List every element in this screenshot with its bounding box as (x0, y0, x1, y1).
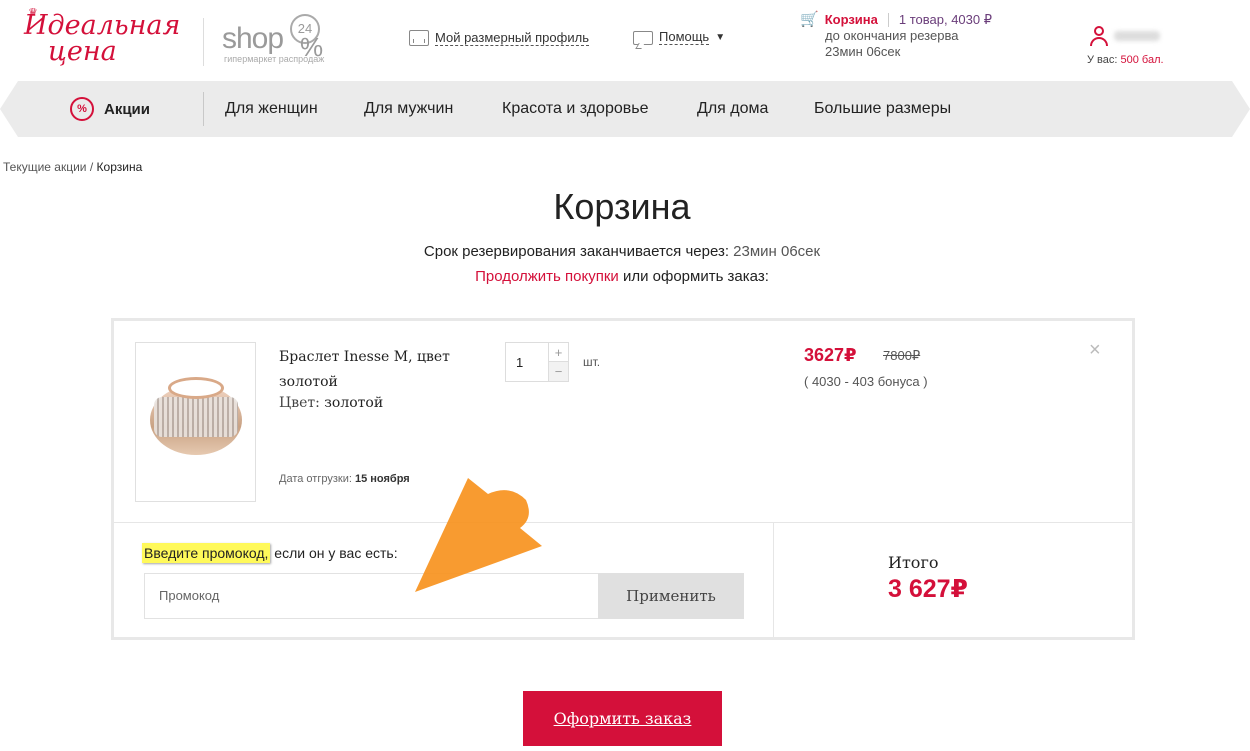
quantity-unit: шт. (583, 355, 601, 369)
breadcrumb-current: Корзина (96, 160, 143, 174)
color-label: Цвет: (279, 395, 320, 411)
user-icon (1090, 26, 1108, 46)
cart-reserve-time: 23мин 06сек (825, 44, 901, 59)
size-profile-label: Мой размерный профиль (435, 29, 589, 46)
shipping-date: Дата отгрузки: 15 ноября (279, 473, 410, 485)
user-name-blurred (1114, 31, 1160, 41)
total-value: 3 627₽ (888, 575, 968, 603)
promo-label-highlight: Введите промокод, (142, 543, 271, 563)
checkout-button[interactable]: Оформить заказ (523, 691, 722, 746)
nav-notch-left (0, 81, 18, 137)
reserve-notice: Срок резервирования заканчивается через:… (0, 243, 1244, 260)
item-old-price: 7800₽ (883, 348, 921, 363)
breadcrumb: Текущие акции / Корзина (3, 160, 142, 174)
user-points: У вас: 500 бал. (1087, 54, 1164, 66)
percent-badge-icon: % (70, 97, 94, 121)
cart-reserve-label: до окончания резерва (825, 28, 959, 43)
chat-icon (633, 30, 653, 45)
continue-line: Продолжить покупки или оформить заказ: (0, 268, 1244, 285)
quantity-decrease-button[interactable]: − (549, 362, 568, 381)
shop24-logo[interactable]: shop 24 % гипермаркет распродаж (222, 14, 332, 68)
promo-code-input[interactable]: Промокод (144, 573, 599, 619)
help-label: Помощь (659, 29, 710, 45)
site-logo[interactable]: ♛ Идеальная цена (14, 6, 190, 66)
help-dropdown[interactable]: Помощь ▼ (633, 30, 725, 45)
nav-item-plus-sizes[interactable]: Большие размеры (814, 100, 951, 118)
header-cart[interactable]: 🛒 Корзина 1 товар, 4030 ₽ до окончания р… (800, 12, 1040, 60)
nav-promo-label: Акции (104, 100, 151, 118)
bracelet-image (148, 377, 244, 463)
nav-notch-right (1232, 81, 1250, 137)
logo-line1: Идеальная (24, 10, 181, 41)
size-profile-link[interactable]: Мой размерный профиль (409, 30, 589, 46)
item-bonus: ( 4030 - 403 бонуса ) (804, 374, 928, 389)
ship-date: 15 ноября (354, 473, 410, 485)
chevron-down-icon: ▼ (715, 32, 726, 43)
logo-divider (203, 18, 204, 66)
nav-item-women[interactable]: Для женщин (225, 100, 318, 118)
shop-word: shop (222, 22, 284, 55)
breadcrumb-sep: / (89, 160, 94, 174)
continue-shopping-link[interactable]: Продолжить покупки (475, 268, 619, 285)
product-image[interactable] (135, 342, 256, 502)
reserve-text: Срок резервирования заканчивается через: (423, 243, 729, 260)
remove-item-icon[interactable]: × (1089, 339, 1101, 362)
continue-rest: или оформить заказ: (622, 268, 769, 285)
reserve-time: 23мин 06сек (733, 243, 821, 260)
product-color: Цвет: золотой (279, 395, 383, 411)
points-prefix: У вас: (1087, 54, 1118, 66)
promo-label: Введите промокод, если он у вас есть: (142, 543, 398, 563)
nav-item-home[interactable]: Для дома (697, 100, 768, 118)
site-header: ♛ Идеальная цена shop 24 % гипермаркет р… (0, 0, 1250, 81)
ship-label: Дата отгрузки: (279, 473, 352, 485)
apply-promo-button[interactable]: Применить (598, 573, 744, 619)
item-price: 3627₽ (804, 345, 857, 365)
logo-line2: цена (48, 36, 117, 67)
total-label: Итого (888, 553, 939, 572)
box-divider-vertical (773, 523, 774, 637)
main-nav: % Акции Для женщин Для мужчин Красота и … (0, 81, 1250, 137)
product-name[interactable]: Браслет Inesse M, цвет золотой (279, 345, 479, 395)
nav-divider (203, 92, 204, 126)
quantity-increase-button[interactable]: + (549, 343, 568, 362)
cart-link[interactable]: Корзина (825, 12, 878, 28)
color-value: золотой (324, 395, 384, 411)
nav-item-promo[interactable]: % Акции (70, 97, 150, 121)
quantity-input[interactable]: 1 (516, 355, 523, 370)
nav-item-men[interactable]: Для мужчин (364, 100, 453, 118)
ruler-icon (409, 30, 429, 46)
cart-summary: 1 товар, 4030 ₽ (898, 12, 993, 27)
promo-label-rest: если он у вас есть: (270, 545, 398, 561)
shop-subtitle: гипермаркет распродаж (224, 54, 325, 64)
quantity-stepper: 1 + − (505, 342, 569, 382)
cart-icon: 🛒 (800, 11, 819, 28)
box-divider-horizontal (114, 522, 1132, 523)
points-link[interactable]: 500 бал. (1121, 54, 1164, 66)
breadcrumb-promotions[interactable]: Текущие акции (3, 160, 87, 174)
nav-item-beauty[interactable]: Красота и здоровье (502, 100, 648, 118)
cart-items-box: Браслет Inesse M, цвет золотой Цвет: зол… (111, 318, 1135, 640)
cart-separator (887, 13, 889, 27)
page-title: Корзина (553, 186, 691, 227)
